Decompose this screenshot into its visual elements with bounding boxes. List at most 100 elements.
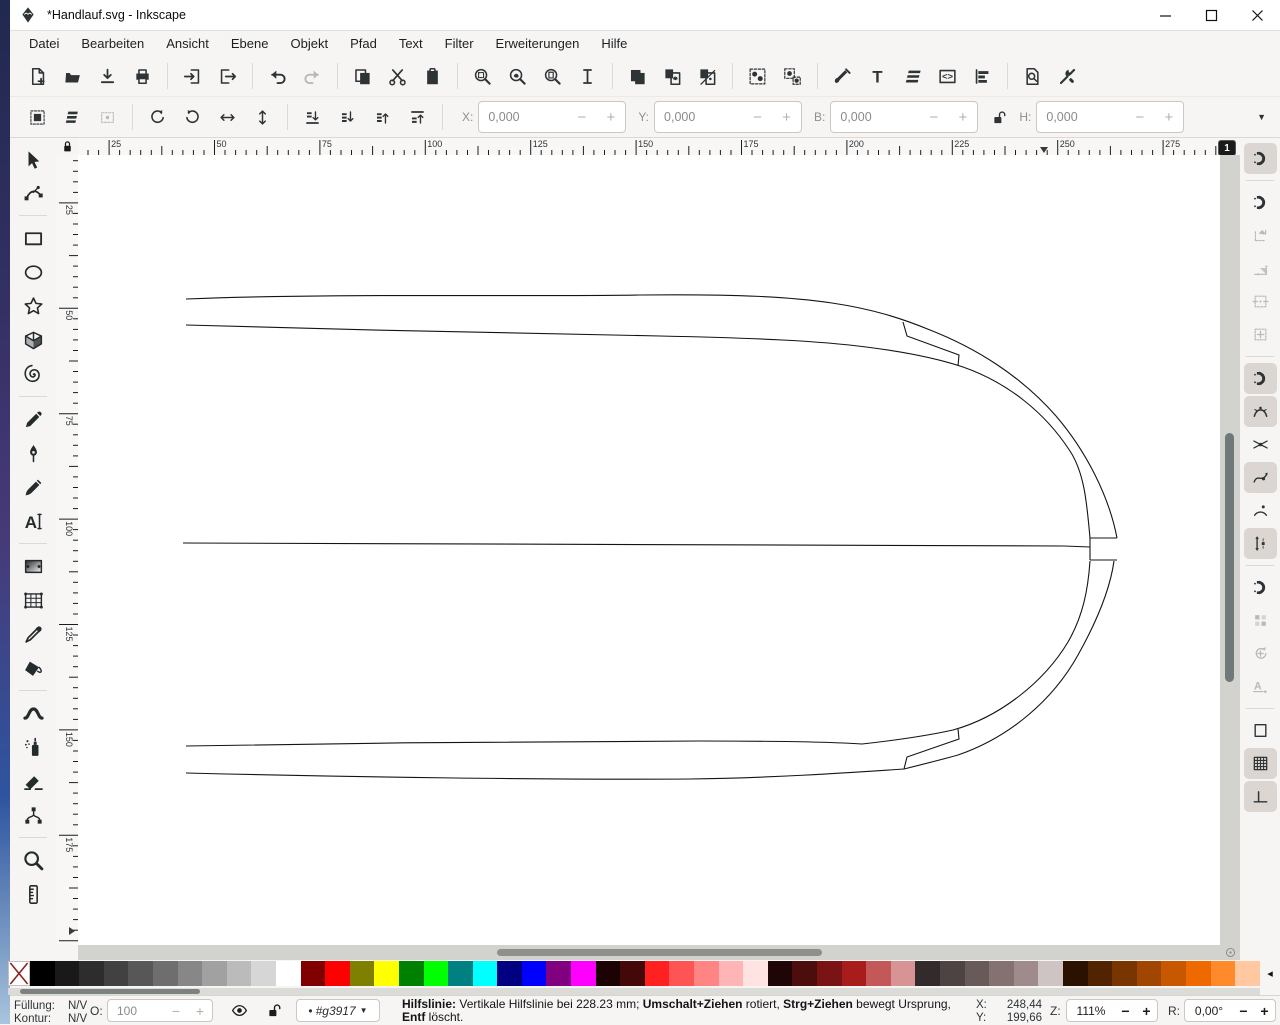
lower-to-bottom-button[interactable]	[295, 100, 330, 134]
deselect-button[interactable]	[90, 100, 125, 134]
group-button[interactable]	[740, 59, 775, 93]
palette-swatch-49[interactable]	[1235, 961, 1260, 986]
palette-swatch-2[interactable]	[79, 961, 104, 986]
menu-objekt[interactable]: Objekt	[279, 33, 339, 54]
stroke-value[interactable]: N/V	[68, 1013, 87, 1025]
palette-swatch-39[interactable]	[989, 961, 1014, 986]
layer-visibility-toggle[interactable]	[226, 999, 253, 1022]
palette-swatch-41[interactable]	[1038, 961, 1063, 986]
palette-swatch-4[interactable]	[128, 961, 153, 986]
palette-swatch-29[interactable]	[743, 961, 768, 986]
canvas[interactable]	[78, 155, 1220, 945]
palette-swatch-12[interactable]	[325, 961, 350, 986]
horizontal-scrollbar[interactable]	[78, 945, 1220, 960]
selector-tool-button[interactable]	[15, 142, 51, 176]
snap-text-baseline-button[interactable]: A	[1244, 671, 1277, 702]
palette-swatch-38[interactable]	[965, 961, 990, 986]
pen-tool-button[interactable]	[15, 436, 51, 470]
select-all-layers-button[interactable]	[55, 100, 90, 134]
ungroup-button[interactable]	[775, 59, 810, 93]
rotation-increment[interactable]: +	[1254, 1003, 1275, 1019]
lock-width-height-button[interactable]	[992, 110, 1007, 125]
spiral-tool-button[interactable]	[15, 357, 51, 391]
rotation-input[interactable]: 0,00° − +	[1184, 999, 1276, 1022]
palette-swatch-24[interactable]	[620, 961, 645, 986]
node-tool-button[interactable]	[15, 176, 51, 210]
export-button[interactable]	[210, 59, 245, 93]
paste-button[interactable]	[415, 59, 450, 93]
palette-swatch-37[interactable]	[940, 961, 965, 986]
connector-tool-button[interactable]	[15, 798, 51, 832]
palette-swatch-11[interactable]	[301, 961, 326, 986]
zoom-page-width-button[interactable]	[570, 59, 605, 93]
text-dialog-button[interactable]: T	[860, 59, 895, 93]
vertical-ruler[interactable]: 255075100125150175	[56, 155, 79, 945]
opacity-decrement[interactable]: −	[164, 1003, 188, 1019]
current-layer-selector[interactable]: • #g3917 ▼	[296, 999, 380, 1022]
palette-swatch-36[interactable]	[915, 961, 940, 986]
redo-button[interactable]	[295, 59, 330, 93]
palette-swatch-7[interactable]	[202, 961, 227, 986]
page-number-button[interactable]: 1	[1218, 140, 1236, 156]
y-field-input[interactable]: 0,000−+	[654, 101, 802, 133]
menu-text[interactable]: Text	[388, 33, 434, 54]
rectangle-tool-button[interactable]	[15, 221, 51, 255]
palette-swatch-47[interactable]	[1186, 961, 1211, 986]
menu-pfad[interactable]: Pfad	[339, 33, 388, 54]
snap-line-midpoints-button[interactable]	[1244, 528, 1277, 559]
palette-swatch-17[interactable]	[448, 961, 473, 986]
paint-bucket-tool-button[interactable]	[15, 651, 51, 685]
palette-swatch-31[interactable]	[792, 961, 817, 986]
palette-swatch-42[interactable]	[1063, 961, 1088, 986]
snap-object-centers-button[interactable]	[1244, 605, 1277, 636]
eraser-tool-button[interactable]	[15, 764, 51, 798]
palette-swatch-33[interactable]	[842, 961, 867, 986]
palette-scrollbar[interactable]	[8, 988, 1260, 995]
palette-swatch-27[interactable]	[694, 961, 719, 986]
opacity-increment[interactable]: +	[188, 1003, 212, 1019]
raise-to-top-button[interactable]	[400, 100, 435, 134]
zoom-drawing-button[interactable]	[500, 59, 535, 93]
snap-bbox-centers-button[interactable]	[1244, 319, 1277, 350]
zoom-decrement[interactable]: −	[1115, 1003, 1136, 1019]
palette-swatch-23[interactable]	[596, 961, 621, 986]
palette-swatch-10[interactable]	[276, 961, 301, 986]
preferences-button[interactable]	[1050, 59, 1085, 93]
snap-bbox-button[interactable]	[1244, 187, 1277, 218]
b-field-input[interactable]: 0,000−+	[830, 101, 978, 133]
gradient-tool-button[interactable]	[15, 549, 51, 583]
minimize-button[interactable]	[1142, 0, 1188, 30]
palette-swatch-14[interactable]	[374, 961, 399, 986]
fill-stroke-dialog-button[interactable]	[825, 59, 860, 93]
unlink-clone-button[interactable]	[690, 59, 725, 93]
flip-horizontal-button[interactable]	[210, 100, 245, 134]
measure-tool-button[interactable]	[15, 877, 51, 911]
y-field-decrement[interactable]: −	[743, 109, 772, 126]
xml-editor-button[interactable]: <>	[930, 59, 965, 93]
palette-swatch-13[interactable]	[350, 961, 375, 986]
snap-nodes-button[interactable]	[1244, 363, 1277, 394]
palette-swatch-44[interactable]	[1112, 961, 1137, 986]
palette-swatch-9[interactable]	[251, 961, 276, 986]
lower-button[interactable]	[330, 100, 365, 134]
palette-swatch-15[interactable]	[399, 961, 424, 986]
palette-scrollbar-thumb[interactable]	[20, 989, 200, 994]
ellipse-tool-button[interactable]	[15, 255, 51, 289]
horizontal-ruler[interactable]: 255075100125150175200225250275	[78, 138, 1220, 156]
palette-swatch-8[interactable]	[227, 961, 252, 986]
snap-others-button[interactable]	[1244, 572, 1277, 603]
palette-swatch-32[interactable]	[817, 961, 842, 986]
menu-erweiterungen[interactable]: Erweiterungen	[485, 33, 591, 54]
palette-swatch-5[interactable]	[153, 961, 178, 986]
print-document-button[interactable]	[125, 59, 160, 93]
zoom-increment[interactable]: +	[1136, 1003, 1157, 1019]
snap-master-button[interactable]	[1244, 143, 1277, 174]
b-field-increment[interactable]: +	[948, 109, 977, 126]
calligraphy-tool-button[interactable]	[15, 470, 51, 504]
undo-button[interactable]	[260, 59, 295, 93]
palette-swatch-3[interactable]	[104, 961, 129, 986]
palette-swatch-35[interactable]	[891, 961, 916, 986]
open-document-button[interactable]	[55, 59, 90, 93]
vertical-scrollbar[interactable]	[1220, 155, 1240, 945]
rotation-decrement[interactable]: −	[1233, 1003, 1254, 1019]
